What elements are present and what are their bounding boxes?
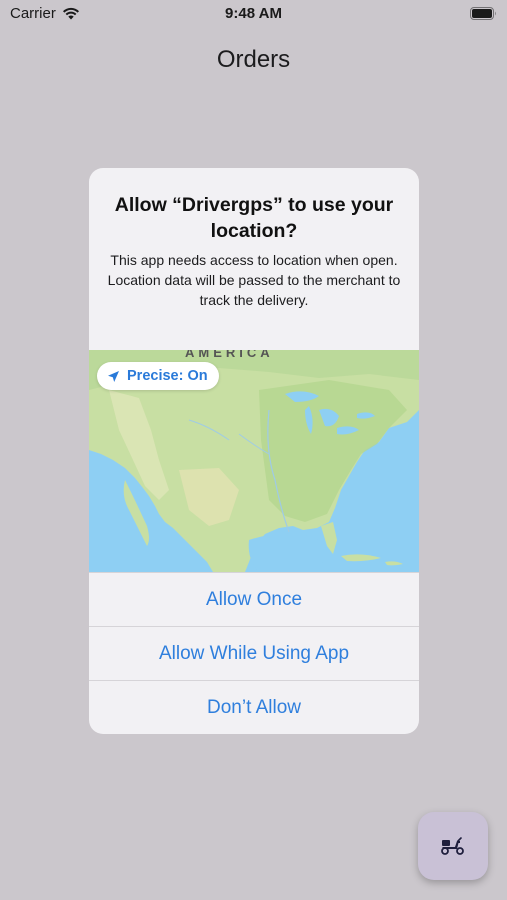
status-bar: Carrier 9:48 AM (0, 0, 507, 28)
scooter-icon (440, 836, 466, 856)
allow-once-button[interactable]: Allow Once (89, 572, 419, 627)
status-time: 9:48 AM (225, 5, 282, 22)
dont-allow-button[interactable]: Don’t Allow (89, 680, 419, 734)
map-region-label: AMERICA (185, 350, 274, 360)
precise-location-toggle[interactable]: Precise: On (97, 362, 219, 390)
location-arrow-icon (107, 370, 120, 383)
alert-title: Allow “Drivergps” to use your location? (114, 194, 394, 242)
alert-message: This app needs access to location when o… (107, 252, 401, 308)
battery-icon (470, 7, 497, 20)
precise-label: Precise: On (127, 368, 208, 384)
page-title: Orders (216, 46, 291, 73)
location-map: AMERICA Precise: On (89, 350, 419, 572)
location-permission-alert: Allow “Drivergps” to use your location? … (89, 168, 419, 734)
allow-while-using-app-button[interactable]: Allow While Using App (89, 626, 419, 681)
delivery-fab-button[interactable] (418, 812, 488, 880)
